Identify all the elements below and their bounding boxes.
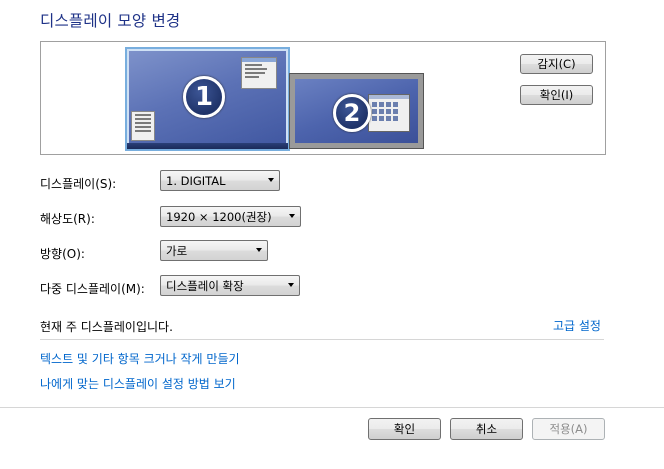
display-label: 디스플레이(S): — [40, 177, 117, 191]
resolution-select-value: 1920 × 1200(권장) — [166, 209, 272, 224]
window-thumbnail-icon — [241, 57, 277, 89]
orientation-select-value: 가로 — [166, 243, 188, 258]
chevron-down-icon — [256, 248, 262, 252]
display-select[interactable]: 1. DIGITAL — [160, 170, 280, 191]
taskbar-thumbnail — [127, 143, 288, 149]
chevron-down-icon — [289, 214, 295, 218]
status-text: 현재 주 디스플레이입니다. — [40, 320, 173, 334]
detect-button[interactable]: 감지(C) — [520, 54, 593, 74]
calculator-thumbnail-icon — [368, 94, 410, 132]
identify-button[interactable]: 확인(I) — [520, 85, 593, 105]
apply-button[interactable]: 적용(A) — [532, 418, 605, 440]
display-help-link[interactable]: 나에게 맞는 디스플레이 설정 방법 보기 — [40, 375, 236, 392]
monitor-preview-area: 1 2 감지(C) 확인(I) — [40, 41, 606, 155]
display-select-value: 1. DIGITAL — [166, 173, 226, 188]
multi-display-select-value: 디스플레이 확장 — [166, 278, 244, 293]
page-title: 디스플레이 모양 변경 — [40, 12, 181, 30]
multi-display-label: 다중 디스플레이(M): — [40, 282, 145, 296]
ok-button[interactable]: 확인 — [368, 418, 441, 440]
chevron-down-icon — [268, 178, 274, 182]
text-size-link[interactable]: 텍스트 및 기타 항목 크거나 작게 만들기 — [40, 350, 240, 367]
multi-display-select[interactable]: 디스플레이 확장 — [160, 275, 300, 296]
advanced-settings-link[interactable]: 고급 설정 — [553, 317, 601, 334]
resolution-label: 해상도(R): — [40, 212, 95, 226]
divider — [40, 339, 604, 340]
monitor-1[interactable]: 1 — [125, 47, 290, 151]
orientation-label: 방향(O): — [40, 247, 85, 261]
resolution-select[interactable]: 1920 × 1200(권장) — [160, 206, 301, 227]
monitor-2-number-badge: 2 — [333, 94, 371, 132]
sidebar-gadget-icon — [131, 111, 155, 141]
cancel-button[interactable]: 취소 — [450, 418, 523, 440]
monitor-2[interactable]: 2 — [289, 73, 424, 149]
monitor-1-number-badge: 1 — [183, 76, 225, 118]
footer-divider — [0, 407, 664, 408]
orientation-select[interactable]: 가로 — [160, 240, 268, 261]
chevron-down-icon — [288, 283, 294, 287]
